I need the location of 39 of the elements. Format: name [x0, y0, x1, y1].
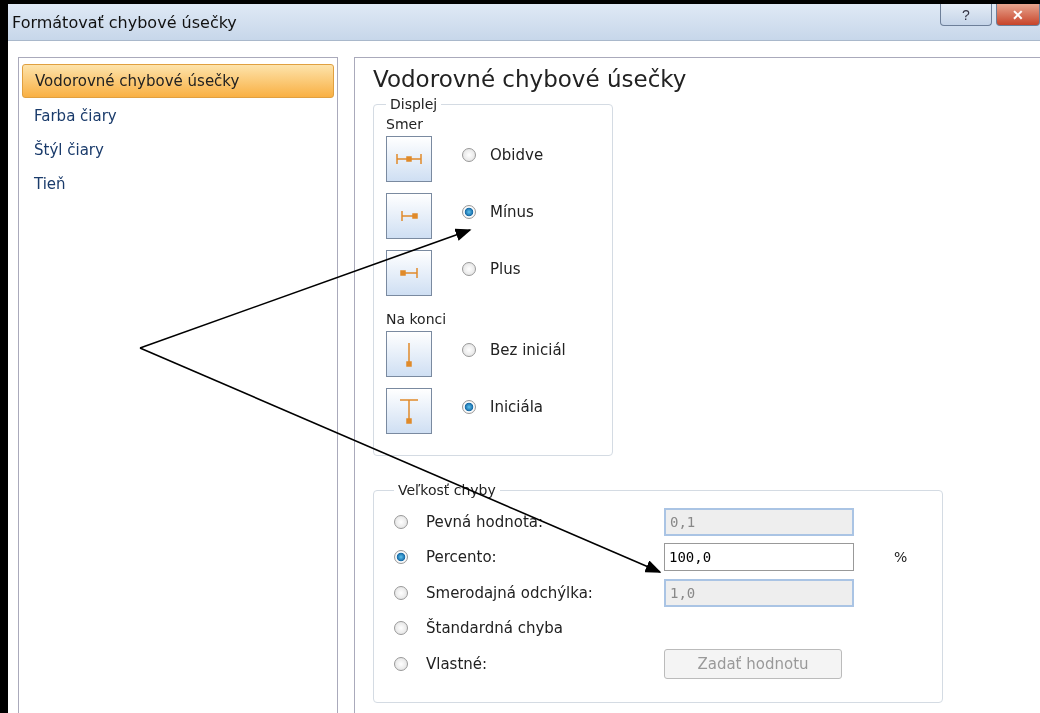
radio-button[interactable]: [462, 400, 476, 414]
error-bar-icon: [396, 153, 422, 165]
error-bar-icon: [400, 267, 418, 279]
direction-button[interactable]: [386, 193, 432, 239]
error-bar-icon: [399, 398, 419, 424]
sidebar-item[interactable]: Vodorovné chybové úsečky: [22, 64, 334, 98]
radio-label: Obidve: [490, 146, 544, 164]
error-bar-icon: [406, 341, 412, 367]
radio-label: Plus: [490, 260, 521, 278]
sidebar-item[interactable]: Tieň: [22, 168, 334, 200]
radio-button[interactable]: [462, 205, 476, 219]
unit-label: %: [894, 549, 908, 566]
radio-label: Iniciála: [490, 398, 544, 416]
radio-button[interactable]: [462, 343, 476, 357]
end-style-button[interactable]: [386, 331, 432, 377]
help-button[interactable]: ?: [940, 4, 992, 26]
end-style-button[interactable]: [386, 388, 432, 434]
radio-label: Pevná hodnota:: [426, 512, 545, 531]
radio-button[interactable]: [394, 621, 408, 636]
group-title: Displej: [389, 96, 439, 112]
direction-button[interactable]: [386, 136, 432, 182]
sidebar-item[interactable]: Štýl čiary: [22, 134, 334, 166]
radio-label: Štandardná chyba: [426, 619, 565, 638]
radio-label: Vlastné:: [426, 654, 489, 673]
error-bar-icon: [400, 210, 418, 222]
sidebar-item[interactable]: Farba čiary: [22, 100, 334, 132]
radio-label: Bez iniciál: [490, 341, 566, 359]
radio-label: Mínus: [490, 203, 534, 221]
radio-button[interactable]: [394, 550, 408, 565]
radio-label: Percento:: [426, 548, 498, 567]
section-heading: Vodorovné chybové úsečky: [373, 66, 688, 92]
group-label: Smer: [386, 116, 424, 132]
input-field[interactable]: 100,0: [664, 543, 854, 572]
group-label: Na konci: [386, 311, 448, 327]
window-title: Formátovať chybové úsečky: [12, 12, 237, 32]
direction-button[interactable]: [386, 250, 432, 296]
radio-label: Smerodajná odchýlka:: [426, 583, 594, 602]
radio-button[interactable]: [462, 262, 476, 276]
radio-button[interactable]: [462, 148, 476, 162]
